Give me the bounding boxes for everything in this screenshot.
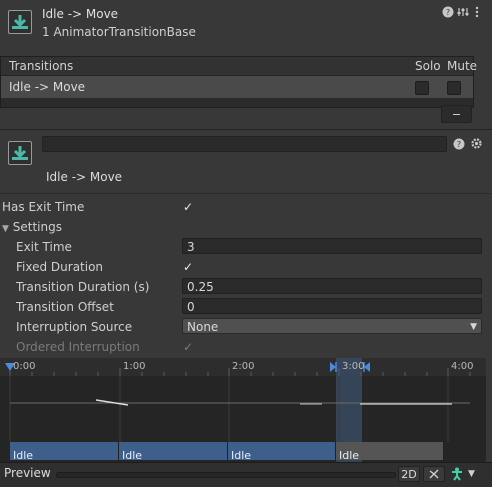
tick-label: 3:00 [342,361,365,372]
kebab-menu-icon[interactable] [474,6,480,21]
has-exit-time-checkbox[interactable]: ✓ [183,201,195,213]
state-bar[interactable]: Idle [119,442,228,460]
preview-bar: Preview 2D ▼ [0,462,492,487]
settings-foldout[interactable]: ▼ Settings [2,220,62,234]
transition-offset-label: Transition Offset [16,300,114,314]
preview-scrubber[interactable] [56,472,396,478]
inspector-subtitle: 1 AnimatorTransitionBase [42,25,196,39]
fixed-duration-checkbox[interactable]: ✓ [183,261,195,273]
transition-duration-field[interactable]: 0.25 [182,278,482,294]
avatar-dropdown[interactable]: ▼ [450,466,484,482]
transition-name-field[interactable] [42,136,447,152]
tick-label: 4:00 [451,361,474,372]
divider [0,129,492,130]
transitions-list-header: Transitions Solo Mute [1,57,477,76]
fixed-duration-label: Fixed Duration [16,260,104,274]
exit-time-field[interactable]: 3 [182,238,482,254]
preview-label: Preview [4,466,51,480]
svg-text:?: ? [446,8,450,17]
state-bar[interactable]: Idle [228,442,336,460]
humanoid-icon [452,467,462,481]
transitions-list: Transitions Solo Mute Idle -> Move [0,56,477,108]
interruption-source-label: Interruption Source [16,320,133,334]
transition-row[interactable]: Idle -> Move [1,76,473,98]
mode-2d-button[interactable]: 2D [398,466,420,482]
chevron-down-icon: ▼ [470,322,477,332]
transition-offset-field[interactable]: 0 [182,298,482,314]
transition-display-name: Idle -> Move [46,170,123,184]
svg-text:?: ? [457,140,461,149]
gear-icon[interactable] [470,137,483,153]
divider-2 [0,193,492,194]
tick-label: 2:00 [232,361,255,372]
transitions-heading: Transitions [9,59,74,73]
state-bar[interactable]: Idle [336,442,444,460]
help-icon-2[interactable]: ? [453,138,465,153]
ordered-interruption-checkbox: ✓ [183,340,194,354]
chevron-down-icon: ▼ [468,469,475,479]
transition-row-label: Idle -> Move [9,80,86,94]
exit-time-label: Exit Time [16,240,72,254]
settings-label: Settings [12,220,62,234]
help-icon[interactable]: ? [442,6,454,21]
solo-checkbox[interactable] [415,81,429,95]
interruption-source-dropdown[interactable]: None ▼ [182,318,482,334]
solo-column-label: Solo [415,59,441,73]
mute-column-label: Mute [447,59,478,73]
transition-duration-label: Transition Duration (s) [16,280,150,294]
state-bar[interactable]: Idle [10,442,119,460]
has-exit-time-label: Has Exit Time [2,200,85,214]
transition-timeline[interactable]: 0:00 1:00 2:00 3:00 4:00 Idle Idle Idle … [0,358,486,462]
sliders-icon[interactable] [457,6,469,21]
tick-label: 0:00 [13,361,36,372]
foldout-triangle-icon: ▼ [2,224,9,234]
remove-transition-button[interactable]: − [441,105,472,123]
interruption-source-value: None [187,320,219,334]
tick-label: 1:00 [123,361,146,372]
pivot-icon[interactable] [423,466,445,482]
ordered-interruption-label: Ordered Interruption [16,340,140,354]
remove-label: − [451,107,462,121]
transition-icon [8,141,32,165]
inspector-title: Idle -> Move [42,7,119,21]
transition-arrow-icon [8,10,32,34]
mute-checkbox[interactable] [447,81,461,95]
